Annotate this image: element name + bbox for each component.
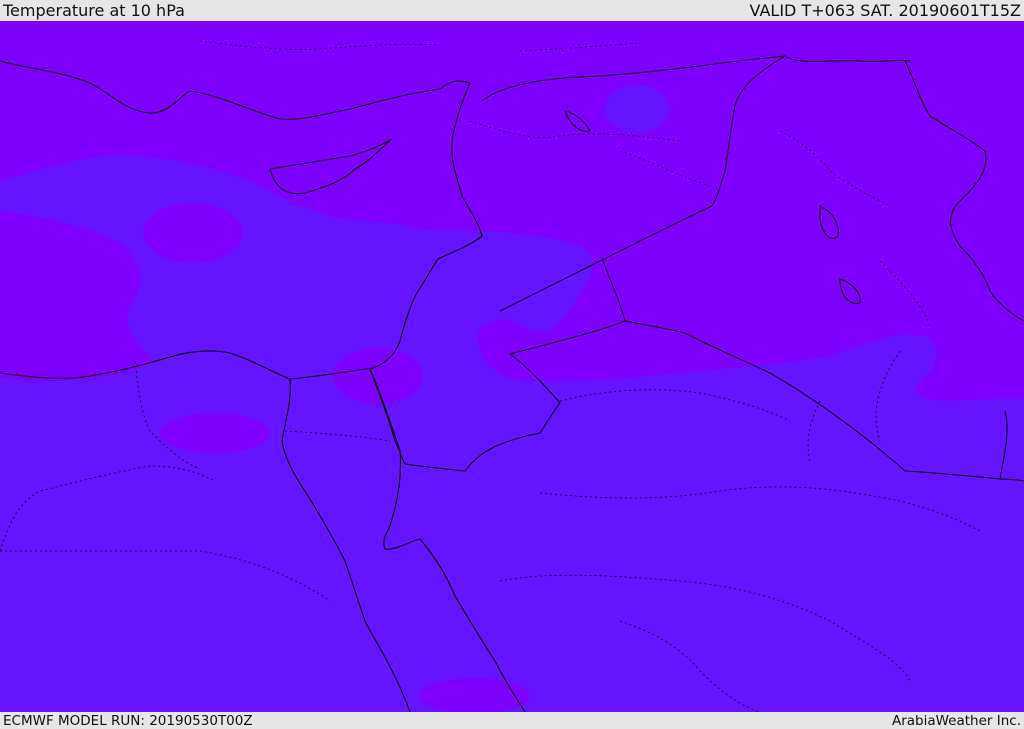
warm-pocket-sinai: [333, 348, 423, 404]
credit-label: ArabiaWeather Inc.: [891, 712, 1021, 729]
model-run-label: ECMWF MODEL RUN: 20190530T00Z: [3, 712, 253, 729]
map-title: Temperature at 10 hPa: [3, 1, 185, 20]
temperature-map: [0, 21, 1024, 712]
map-footer: ECMWF MODEL RUN: 20190530T00Z ArabiaWeat…: [0, 712, 1024, 729]
warm-pocket-egypt: [160, 413, 270, 453]
map-header: Temperature at 10 hPa VALID T+063 SAT. 2…: [0, 0, 1024, 21]
warm-pocket-cyprus-south: [143, 203, 243, 263]
map-canvas: [0, 21, 1024, 712]
cool-patch-north: [605, 85, 669, 133]
valid-time-label: VALID T+063 SAT. 20190601T15Z: [749, 1, 1021, 20]
